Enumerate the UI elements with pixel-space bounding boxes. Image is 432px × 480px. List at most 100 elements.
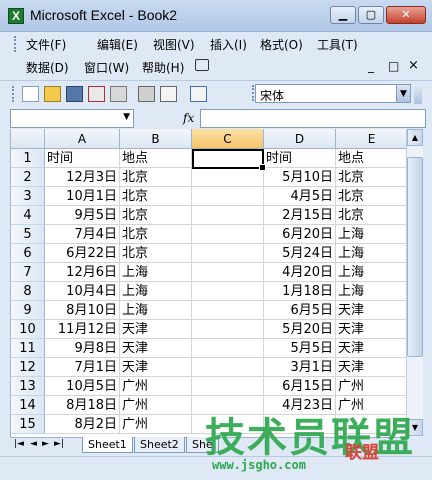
row-header[interactable]: 8 [11,282,45,301]
cell-b4[interactable]: 北京 [120,206,192,225]
row-header[interactable]: 2 [11,168,45,187]
cell-b7[interactable]: 上海 [120,263,192,282]
menu-edit[interactable]: 编辑(E) [97,36,138,53]
cell-b9[interactable]: 上海 [120,301,192,320]
cell-b15[interactable]: 广州 [120,415,192,434]
cell-b8[interactable]: 上海 [120,282,192,301]
cell-e11[interactable]: 天津 [336,339,406,358]
menu-format[interactable]: 格式(O) [260,36,303,53]
cell-d2[interactable]: 5月10日 [264,168,336,187]
cell-e2[interactable]: 北京 [336,168,406,187]
cell-d12[interactable]: 3月1日 [264,358,336,377]
first-sheet-icon[interactable]: |◄ [14,439,24,449]
column-header-d[interactable]: D [264,129,336,149]
cell-d10[interactable]: 5月20日 [264,320,336,339]
row-header[interactable]: 1 [11,149,45,168]
cell-c4[interactable] [192,206,264,225]
sheet-tab-sheet1[interactable]: Sheet1 [82,437,133,453]
row-header[interactable]: 7 [11,263,45,282]
cell-b12[interactable]: 天津 [120,358,192,377]
menu-file[interactable]: 文件(F) [26,36,66,53]
cell-b5[interactable]: 北京 [120,225,192,244]
toolbar-grip-icon[interactable] [12,86,15,102]
font-name-select[interactable]: 宋体 [255,84,411,103]
cell-a9[interactable]: 8月10日 [45,301,120,320]
menu-help[interactable]: 帮助(H) [142,59,184,76]
cell-e6[interactable]: 上海 [336,244,406,263]
cell-b14[interactable]: 广州 [120,396,192,415]
cell-c3[interactable] [192,187,264,206]
cell-a10[interactable]: 11月12日 [45,320,120,339]
cell-c6[interactable] [192,244,264,263]
cell-c13[interactable] [192,377,264,396]
cell-d4[interactable]: 2月15日 [264,206,336,225]
column-header-b[interactable]: B [120,129,192,149]
chevron-down-icon[interactable]: ▼ [396,84,411,103]
formula-input[interactable] [200,109,426,128]
cell-c9[interactable] [192,301,264,320]
scroll-thumb[interactable] [407,157,423,357]
cell-e7[interactable]: 上海 [336,263,406,282]
next-sheet-icon[interactable]: ► [42,439,49,449]
cell-b3[interactable]: 北京 [120,187,192,206]
cell-d5[interactable]: 6月20日 [264,225,336,244]
cell-d8[interactable]: 1月18日 [264,282,336,301]
excel-app-icon[interactable]: X [8,8,24,24]
cell-e5[interactable]: 上海 [336,225,406,244]
cell-a7[interactable]: 12月6日 [45,263,120,282]
cell-c10[interactable] [192,320,264,339]
cell-c2[interactable] [192,168,264,187]
vertical-scrollbar[interactable]: ▲ ▼ [406,129,423,437]
cell-e9[interactable]: 天津 [336,301,406,320]
cell-a1[interactable]: 时间 [45,149,120,168]
row-header[interactable]: 6 [11,244,45,263]
email-icon[interactable] [110,86,127,102]
cell-c12[interactable] [192,358,264,377]
row-header[interactable]: 15 [11,415,45,434]
row-header[interactable]: 11 [11,339,45,358]
scroll-up-icon[interactable]: ▲ [407,129,423,146]
menu-view[interactable]: 视图(V) [153,36,195,53]
save-icon[interactable] [66,86,83,102]
insert-function-icon[interactable]: fx [183,111,194,125]
format-toolbar-options-icon[interactable] [414,86,422,104]
menu-tools[interactable]: 工具(T) [317,36,358,53]
cell-c5[interactable] [192,225,264,244]
cell-a13[interactable]: 10月5日 [45,377,120,396]
print-icon[interactable] [138,86,155,102]
close-button[interactable]: ✕ [386,6,426,24]
cell-b6[interactable]: 北京 [120,244,192,263]
cell-a4[interactable]: 9月5日 [45,206,120,225]
cell-b10[interactable]: 天津 [120,320,192,339]
fill-handle[interactable] [259,164,266,171]
cell-d7[interactable]: 4月20日 [264,263,336,282]
cell-e10[interactable]: 天津 [336,320,406,339]
cell-b2[interactable]: 北京 [120,168,192,187]
cell-c7[interactable] [192,263,264,282]
column-header-e[interactable]: E [336,129,406,149]
cell-d1[interactable]: 时间 [264,149,336,168]
cell-e12[interactable]: 天津 [336,358,406,377]
cell-e3[interactable]: 北京 [336,187,406,206]
cell-e1[interactable]: 地点 [336,149,406,168]
doc-close-button[interactable]: × [408,58,419,73]
cell-e13[interactable]: 广州 [336,377,406,396]
column-header-c[interactable]: C [192,129,264,149]
cell-d3[interactable]: 4月5日 [264,187,336,206]
cell-d6[interactable]: 5月24日 [264,244,336,263]
name-box-dropdown-icon[interactable]: ▼ [123,112,130,122]
column-header-a[interactable]: A [45,129,120,149]
cell-e8[interactable]: 上海 [336,282,406,301]
new-document-icon[interactable] [22,86,39,102]
cell-b1[interactable]: 地点 [120,149,192,168]
spelling-icon[interactable] [190,86,207,102]
row-header[interactable]: 14 [11,396,45,415]
row-header[interactable]: 9 [11,301,45,320]
row-header[interactable]: 5 [11,225,45,244]
cell-c8[interactable] [192,282,264,301]
row-header[interactable]: 12 [11,358,45,377]
open-folder-icon[interactable] [44,86,61,102]
row-header[interactable]: 3 [11,187,45,206]
name-box[interactable]: ▼ [10,109,134,128]
cell-a12[interactable]: 7月1日 [45,358,120,377]
